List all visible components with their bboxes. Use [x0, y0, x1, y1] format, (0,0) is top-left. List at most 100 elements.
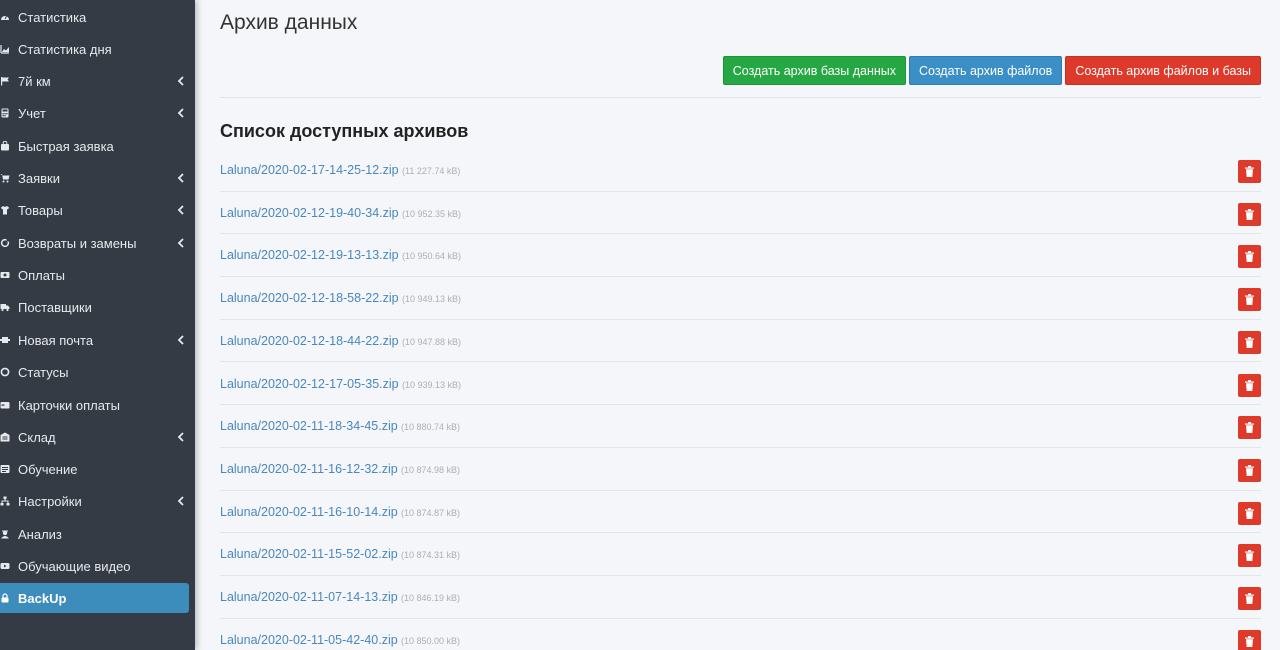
archive-size: (10 952.35 kB) — [402, 208, 462, 219]
trash-icon — [1245, 251, 1254, 263]
sidebar-item-label: Быстрая заявка — [18, 138, 114, 154]
archive-download-link[interactable]: Laluna/2020-02-11-18-34-45.zip — [220, 419, 398, 433]
truck-icon — [0, 302, 10, 312]
chevron-left-icon — [177, 432, 185, 442]
trash-icon — [1245, 464, 1254, 476]
sidebar-item-8[interactable]: Возвраты и замены — [0, 228, 195, 258]
sidebar-item-7[interactable]: Товары — [0, 195, 195, 225]
sidebar-item-2[interactable]: Статистика дня — [0, 34, 195, 64]
delete-archive-button[interactable] — [1238, 373, 1261, 397]
sidebar-item-15[interactable]: Обучение — [0, 454, 195, 484]
sidebar: Статистика Статистика дня 7й км Учет Быстрая… — [0, 0, 195, 650]
money-icon — [0, 270, 10, 280]
refresh-icon — [0, 238, 10, 248]
sidebar-item-11[interactable]: Новая почта — [0, 325, 195, 355]
sidebar-item-17[interactable]: Анализ — [0, 519, 195, 549]
delete-archive-button[interactable] — [1238, 330, 1261, 354]
archive-download-link[interactable]: Laluna/2020-02-11-16-12-32.zip — [220, 462, 398, 476]
delete-archive-button[interactable] — [1238, 160, 1261, 183]
sidebar-item-label: Новая почта — [18, 332, 94, 348]
delete-archive-button[interactable] — [1238, 587, 1261, 610]
archive-actions: Создать архив базы данных Создать архив … — [722, 56, 1261, 85]
delete-archive-button[interactable] — [1238, 501, 1261, 525]
sidebar-item-16[interactable]: Настройки — [0, 486, 195, 516]
chevron-left-icon — [177, 108, 185, 118]
sidebar-item-4[interactable]: Учет — [0, 98, 195, 128]
delete-archive-button[interactable] — [1238, 288, 1261, 312]
sidebar-item-3[interactable]: 7й км — [0, 66, 195, 96]
archive-download-link[interactable]: Laluna/2020-02-12-18-58-22.zip — [220, 291, 399, 305]
sidebar-item-label: Заявки — [18, 170, 60, 186]
list-icon — [0, 464, 10, 474]
archive-download-link[interactable]: Laluna/2020-02-12-19-40-34.zip — [220, 206, 399, 220]
archive-size: (10 949.13 kB) — [402, 294, 462, 305]
sidebar-item-label: Статистика дня — [18, 41, 112, 57]
user-secret-icon — [0, 529, 10, 539]
create-db-archive-button[interactable]: Создать архив базы данных — [722, 56, 906, 85]
delete-archive-button[interactable] — [1238, 629, 1261, 650]
archive-download-link[interactable]: Laluna/2020-02-11-15-52-02.zip — [220, 547, 398, 561]
archive-download-link[interactable]: Laluna/2020-02-17-14-25-12.zip — [220, 163, 399, 177]
page-title: Архив данных — [220, 11, 358, 34]
archive-row: Laluna/2020-02-11-15-52-02.zip (10 874.31… — [220, 533, 1261, 576]
archive-download-link[interactable]: Laluna/2020-02-12-19-13-13.zip — [220, 248, 399, 262]
sidebar-item-label: Статистика — [18, 9, 87, 25]
delete-archive-button[interactable] — [1238, 416, 1261, 440]
trash-icon — [1245, 593, 1254, 604]
sidebar-item-label: Обучающие видео — [18, 558, 131, 574]
chevron-left-icon — [177, 76, 185, 86]
archive-size: (10 939.13 kB) — [402, 379, 462, 390]
sidebar-item-13[interactable]: Карточки оплаты — [0, 390, 195, 420]
archive-download-link[interactable]: Laluna/2020-02-12-17-05-35.zip — [220, 377, 399, 391]
archive-row: Laluna/2020-02-12-17-05-35.zip (10 939.13… — [220, 363, 1261, 406]
create-files-archive-button[interactable]: Создать архив файлов — [908, 56, 1063, 85]
archive-download-link[interactable]: Laluna/2020-02-11-05-42-40.zip — [220, 633, 398, 647]
sidebar-item-label: Поставщики — [18, 299, 92, 315]
delete-archive-button[interactable] — [1238, 458, 1261, 482]
trash-icon — [1245, 379, 1254, 391]
sidebar-item-12[interactable]: Статусы — [0, 357, 195, 387]
archive-download-link[interactable]: Laluna/2020-02-11-16-10-14.zip — [220, 505, 398, 519]
flag-icon — [0, 76, 10, 86]
delete-archive-button[interactable] — [1238, 544, 1261, 568]
sidebar-item-6[interactable]: Заявки — [0, 163, 195, 193]
trash-icon — [1245, 294, 1254, 306]
archive-row: Laluna/2020-02-12-18-44-22.zip (10 947.88… — [220, 320, 1261, 363]
trash-icon — [1245, 208, 1254, 220]
trash-icon — [1245, 507, 1254, 519]
archive-row: Laluna/2020-02-17-14-25-12.zip (11 227.74… — [220, 149, 1261, 192]
shipping-icon — [0, 335, 10, 345]
sidebar-item-19[interactable]: BackUp — [0, 583, 189, 613]
sidebar-item-5[interactable]: Быстрая заявка — [0, 131, 195, 161]
sidebar-item-1[interactable]: Статистика — [0, 2, 195, 32]
sidebar-item-label: Обучение — [18, 461, 78, 477]
archive-row: Laluna/2020-02-11-07-14-13.zip (10 846.19… — [220, 576, 1261, 619]
chevron-left-icon — [177, 335, 185, 345]
trash-icon — [1245, 422, 1254, 434]
chevron-left-icon — [177, 173, 185, 183]
archive-row: Laluna/2020-02-12-19-40-34.zip (10 952.35… — [220, 192, 1261, 235]
tshirt-icon — [0, 205, 10, 215]
archive-row: Laluna/2020-02-11-16-12-32.zip (10 874.98… — [220, 448, 1261, 491]
section-title: Список доступных архивов — [220, 121, 469, 141]
sidebar-item-label: BackUp — [18, 590, 67, 606]
divider — [220, 97, 1261, 98]
archive-download-link[interactable]: Laluna/2020-02-11-07-14-13.zip — [220, 590, 398, 604]
sidebar-item-18[interactable]: Обучающие видео — [0, 551, 195, 581]
archive-download-link[interactable]: Laluna/2020-02-12-18-44-22.zip — [220, 334, 399, 348]
archive-size: (10 950.64 kB) — [402, 251, 462, 262]
trash-icon — [1245, 336, 1254, 348]
archive-row: Laluna/2020-02-11-05-42-40.zip (10 850.00… — [220, 619, 1261, 650]
delete-archive-button[interactable] — [1238, 245, 1261, 269]
archive-size: (10 850.00 kB) — [401, 635, 461, 646]
delete-archive-button[interactable] — [1238, 202, 1261, 226]
dashboard-icon — [0, 12, 10, 22]
sitemap-icon — [0, 496, 10, 506]
archive-size: (10 874.87 kB) — [401, 507, 461, 518]
sidebar-item-9[interactable]: Оплаты — [0, 260, 195, 290]
create-files-db-archive-button[interactable]: Создать архив файлов и базы — [1065, 56, 1261, 85]
sidebar-item-14[interactable]: Склад — [0, 422, 195, 452]
archive-size: (10 874.31 kB) — [401, 550, 461, 561]
sidebar-item-10[interactable]: Поставщики — [0, 292, 195, 322]
archive-size: (10 874.98 kB) — [401, 464, 461, 475]
